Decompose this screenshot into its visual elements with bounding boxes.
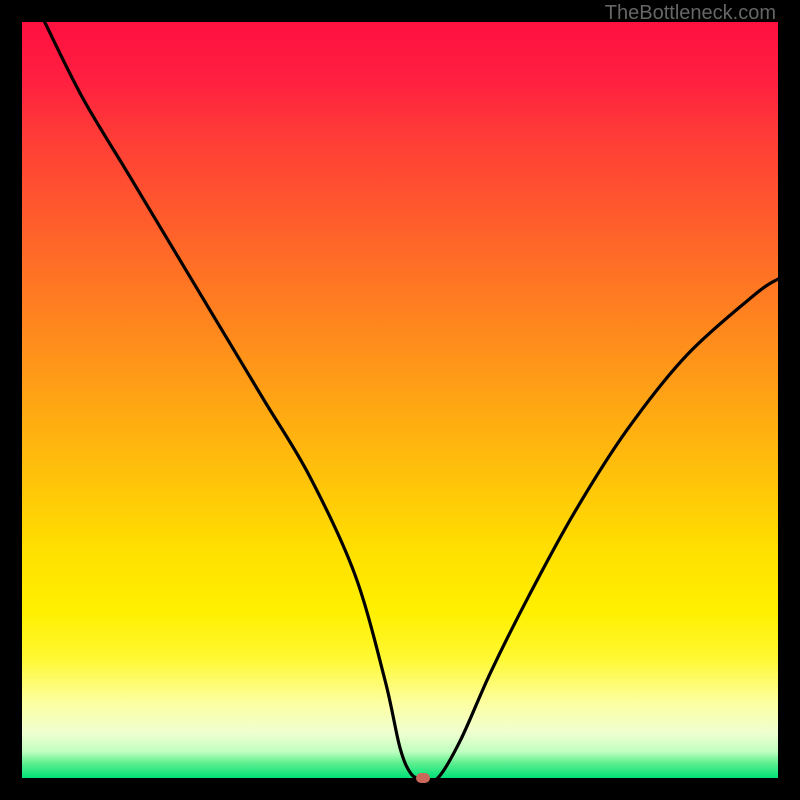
chart-container: TheBottleneck.com <box>0 0 800 800</box>
minimum-marker-dot <box>416 773 430 783</box>
plot-area <box>22 22 778 778</box>
curve-svg <box>22 22 778 778</box>
bottleneck-curve-path <box>45 22 778 778</box>
watermark-text: TheBottleneck.com <box>605 2 776 25</box>
